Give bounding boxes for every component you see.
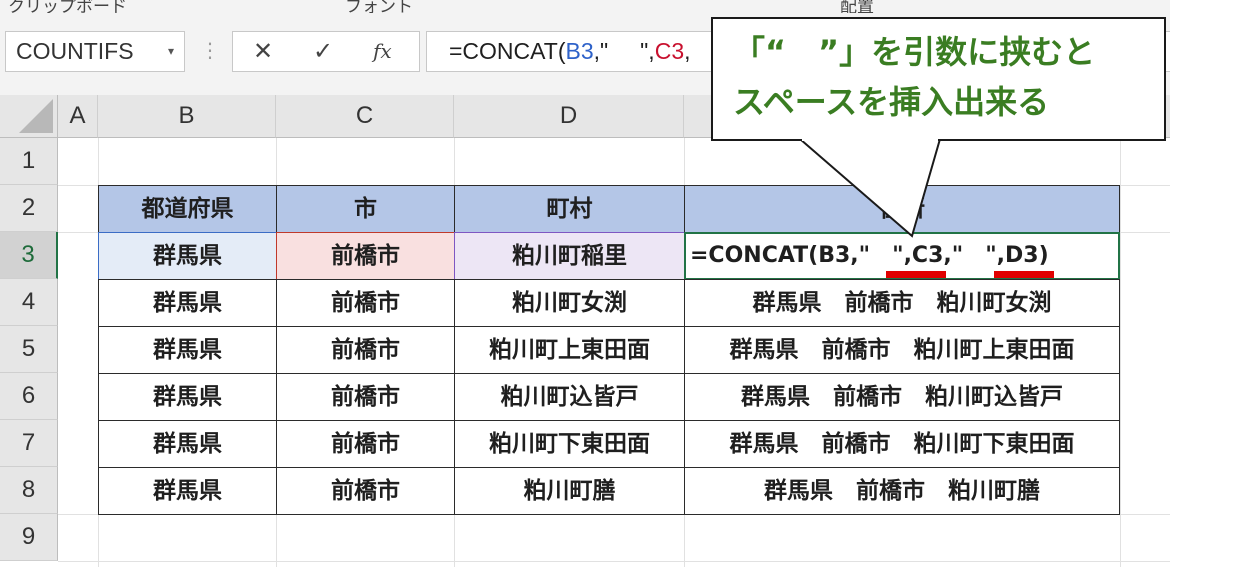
formula-mid-2: , <box>684 38 691 64</box>
table-cell[interactable]: 群馬県 前橋市 粕川町女渕 <box>684 279 1120 327</box>
table-cell[interactable]: 群馬県 前橋市 粕川町膳 <box>684 467 1120 515</box>
callout-line-2: スペースを挿入出来る <box>733 83 1050 121</box>
row-header-5[interactable]: 5 <box>0 326 58 373</box>
cell-b3[interactable]: 群馬県 <box>98 232 277 280</box>
gridline <box>58 561 1170 562</box>
row-header-8[interactable]: 8 <box>0 467 58 514</box>
chevron-down-icon[interactable]: ▾ <box>168 32 174 71</box>
table-cell[interactable]: 粕川町膳 <box>454 467 685 515</box>
space-highlight-mark-2 <box>994 271 1054 278</box>
row-header-1[interactable]: 1 <box>0 138 58 185</box>
table-cell[interactable]: 群馬県 <box>98 326 277 374</box>
column-header-a[interactable]: A <box>58 95 98 138</box>
column-header-c[interactable]: C <box>276 95 454 138</box>
table-cell[interactable]: 前橋市 <box>276 467 455 515</box>
table-cell[interactable]: 群馬県 前橋市 粕川町上東田面 <box>684 326 1120 374</box>
cell-c3[interactable]: 前橋市 <box>276 232 455 280</box>
formula-buttons: ✕ ✓ fx <box>232 31 420 72</box>
header-cell-city[interactable]: 市 <box>276 185 455 233</box>
table-cell[interactable]: 群馬県 <box>98 420 277 468</box>
insert-function-icon[interactable]: fx <box>373 32 392 71</box>
spreadsheet-grid[interactable]: A B C D E 1 2 3 4 5 6 7 8 9 都道府県 市 町村 住所… <box>0 95 1170 567</box>
cell-d3[interactable]: 粕川町稲里 <box>454 232 685 280</box>
callout-box: 「“ ”」を引数に挟むと スペースを挿入出来る <box>711 17 1166 141</box>
table-cell[interactable]: 群馬県 前橋市 粕川町込皆戸 <box>684 373 1120 421</box>
table-cell[interactable]: 粕川町込皆戸 <box>454 373 685 421</box>
name-box[interactable]: COUNTIFS ▾ <box>5 31 185 72</box>
table-cell[interactable]: 前橋市 <box>276 373 455 421</box>
cancel-icon[interactable]: ✕ <box>253 32 273 71</box>
column-header-b[interactable]: B <box>98 95 276 138</box>
table-cell[interactable]: 前橋市 <box>276 326 455 374</box>
formula-mid-1: ," ", <box>593 38 655 64</box>
formula-ref-b3: B3 <box>565 38 594 64</box>
table-cell[interactable]: 粕川町女渕 <box>454 279 685 327</box>
column-header-d[interactable]: D <box>454 95 684 138</box>
gridline <box>1120 138 1121 567</box>
table-cell[interactable]: 前橋市 <box>276 420 455 468</box>
enter-check-icon[interactable]: ✓ <box>313 32 333 71</box>
row-header-6[interactable]: 6 <box>0 373 58 420</box>
table-cell[interactable]: 前橋市 <box>276 279 455 327</box>
grip-icon[interactable]: ⋮ <box>200 31 220 72</box>
row-header-9[interactable]: 9 <box>0 514 58 561</box>
select-all-corner[interactable] <box>0 95 58 138</box>
ribbon-group-font: フォント <box>345 0 413 14</box>
callout-line-1: 「“ ”」を引数に挟むと <box>733 33 1096 71</box>
table-cell[interactable]: 群馬県 前橋市 粕川町下東田面 <box>684 420 1120 468</box>
table-cell[interactable]: 群馬県 <box>98 373 277 421</box>
ribbon-group-labels: クリップボード フォント 配置 <box>0 0 1170 14</box>
header-cell-town[interactable]: 町村 <box>454 185 685 233</box>
header-cell-address[interactable]: 住所 <box>684 185 1120 233</box>
table-cell[interactable]: 群馬県 <box>98 467 277 515</box>
name-box-value: COUNTIFS <box>16 38 134 64</box>
ribbon-group-clipboard: クリップボード <box>8 0 127 14</box>
header-cell-prefecture[interactable]: 都道府県 <box>98 185 277 233</box>
callout-text: 「“ ”」を引数に挟むと スペースを挿入出来る <box>733 27 1095 127</box>
row-header-2[interactable]: 2 <box>0 185 58 232</box>
space-highlight-mark-1 <box>886 271 946 278</box>
ribbon-group-alignment: 配置 <box>840 0 874 14</box>
row-header-7[interactable]: 7 <box>0 420 58 467</box>
formula-ref-c3: C3 <box>654 38 685 64</box>
table-cell[interactable]: 群馬県 <box>98 279 277 327</box>
formula-prefix: =CONCAT( <box>449 38 566 64</box>
row-header-4[interactable]: 4 <box>0 279 58 326</box>
row-header-3[interactable]: 3 <box>0 232 58 279</box>
table-cell[interactable]: 粕川町上東田面 <box>454 326 685 374</box>
table-cell[interactable]: 粕川町下東田面 <box>454 420 685 468</box>
